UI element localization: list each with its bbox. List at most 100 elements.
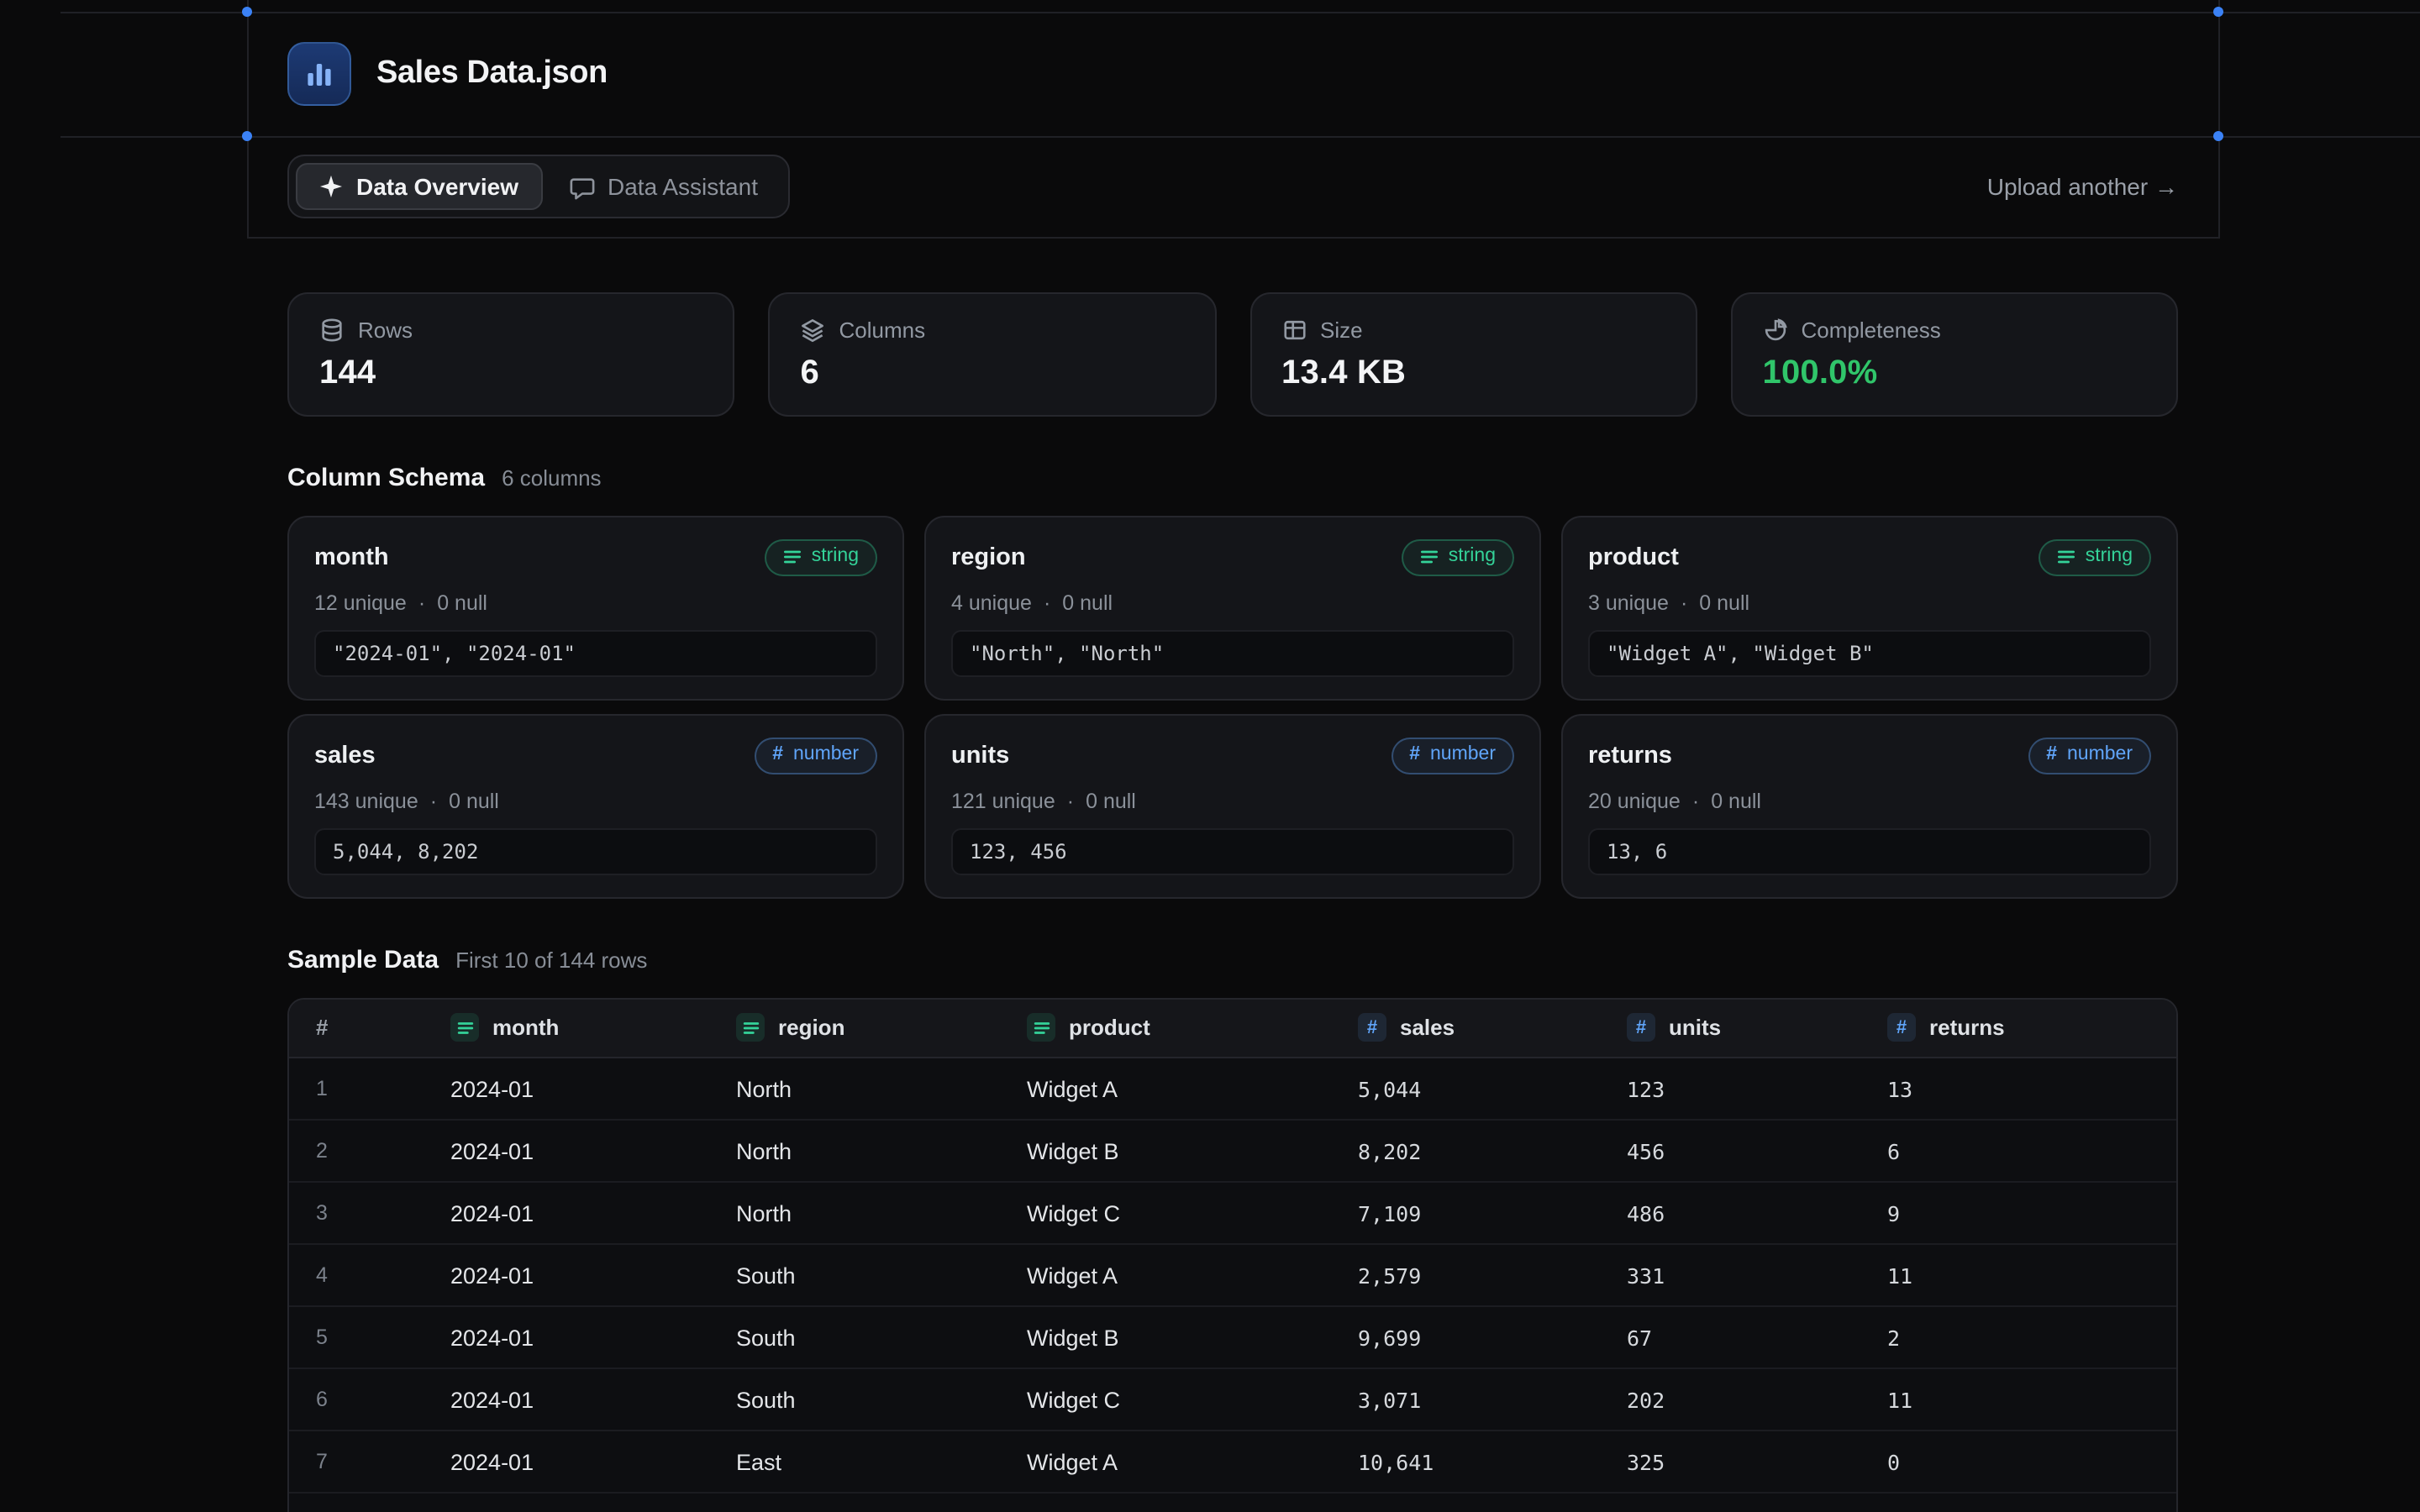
layers-icon	[801, 318, 826, 343]
cell-row-index: 2	[289, 1120, 424, 1182]
column-name: sales	[314, 742, 376, 769]
schema-card-units: units # number 121 unique·0 null 123, 45…	[924, 714, 1541, 899]
string-type-badge: string	[1402, 539, 1514, 576]
sample-table-body: 12024-01NorthWidget A5,0441231322024-01N…	[289, 1058, 2178, 1512]
cell-sales: 9,699	[1331, 1306, 1600, 1368]
cell-returns: 9	[1860, 1182, 2178, 1244]
tab-label: Data Assistant	[608, 173, 758, 200]
header-cell-sales: # sales	[1331, 999, 1600, 1058]
cell-sales: 2,579	[1331, 1244, 1600, 1306]
main-content: Rows 144 Columns	[247, 239, 2218, 1512]
table-row: 52024-01SouthWidget B9,699672	[289, 1306, 2178, 1368]
column-sample: "2024-01", "2024-01"	[314, 630, 877, 677]
cell-product: Widget B	[1000, 1120, 1331, 1182]
tab-data-overview[interactable]: Data Overview	[296, 163, 542, 210]
cell-month: 2024-01	[424, 1244, 709, 1306]
string-type-badge: string	[765, 539, 877, 576]
cell-units: 123	[1600, 1058, 1860, 1120]
header-cell-returns: # returns	[1860, 999, 2178, 1058]
cell-sales: 3,071	[1331, 1368, 1600, 1431]
hash-icon: #	[1887, 1014, 1916, 1042]
cell-units: 456	[1600, 1120, 1860, 1182]
table-icon	[1281, 318, 1307, 343]
cell-units: 325	[1600, 1431, 1860, 1493]
cell-product: Widget B	[1000, 1306, 1331, 1368]
stat-label: Rows	[358, 318, 413, 343]
section-title: Sample Data	[287, 945, 439, 974]
cell-region: South	[709, 1306, 1000, 1368]
section-title: Column Schema	[287, 464, 485, 492]
string-type-icon	[1027, 1014, 1055, 1042]
frame-line-header-bottom	[60, 136, 2420, 138]
sample-data-heading: Sample Data First 10 of 144 rows	[287, 945, 2178, 974]
cell-region: South	[709, 1368, 1000, 1431]
column-stats: 3 unique·0 null	[1588, 591, 2151, 615]
stat-card-columns: Columns 6	[769, 292, 1217, 417]
number-type-badge: # number	[754, 738, 877, 774]
cell-returns: 11	[1860, 1368, 2178, 1431]
schema-grid: month string 12 unique·0 null "2024-01",…	[287, 516, 2178, 898]
cell-product: Widget A	[1000, 1431, 1331, 1493]
schema-card-month: month string 12 unique·0 null "2024-01",…	[287, 516, 904, 701]
cell-region: North	[709, 1120, 1000, 1182]
cell-month: 2024-01	[424, 1058, 709, 1120]
lines-icon	[2057, 549, 2075, 567]
string-type-badge: string	[2039, 539, 2151, 576]
stat-label: Completeness	[1802, 318, 1941, 343]
column-sample: 123, 456	[951, 827, 1514, 874]
cell-returns: 13	[1860, 1058, 2178, 1120]
stat-card-completeness: Completeness 100.0%	[1731, 292, 2179, 417]
stat-value: 6	[801, 354, 1185, 393]
cell-sales: 10,641	[1331, 1431, 1600, 1493]
frame-line-top	[60, 12, 2420, 13]
table-row: 12024-01NorthWidget A5,04412313	[289, 1058, 2178, 1120]
cell-returns: 0	[1860, 1431, 2178, 1493]
column-name: region	[951, 544, 1026, 571]
stat-card-rows: Rows 144	[287, 292, 735, 417]
cell-region: East	[709, 1431, 1000, 1493]
hash-icon: #	[1627, 1014, 1655, 1042]
table-row: 42024-01SouthWidget A2,57933111	[289, 1244, 2178, 1306]
header-cell-index: #	[289, 999, 424, 1058]
tab-data-assistant[interactable]: Data Assistant	[545, 163, 781, 210]
cell-units: 486	[1600, 1182, 1860, 1244]
column-name: month	[314, 544, 389, 571]
string-type-icon	[450, 1014, 479, 1042]
sample-data-table: # month region product #	[287, 997, 2178, 1512]
cell-row-index: 6	[289, 1368, 424, 1431]
hash-icon: #	[772, 744, 783, 768]
table-row: 32024-01NorthWidget C7,1094869	[289, 1182, 2178, 1244]
stat-value: 144	[319, 354, 703, 393]
column-name: units	[951, 742, 1009, 769]
cell-row-index: 7	[289, 1431, 424, 1493]
cell-region: North	[709, 1058, 1000, 1120]
dot-separator: ·	[1044, 591, 1050, 615]
frame-handle-dot	[242, 131, 252, 141]
header-cell-product: product	[1000, 999, 1331, 1058]
column-sample: 5,044, 8,202	[314, 827, 877, 874]
section-subtitle: 6 columns	[502, 465, 602, 491]
database-icon	[319, 318, 345, 343]
upload-another-link[interactable]: Upload another →	[1987, 173, 2178, 200]
cell-returns: 6	[1860, 1120, 2178, 1182]
column-sample: 13, 6	[1588, 827, 2151, 874]
cell-row-index: 3	[289, 1182, 424, 1244]
header-cell-month: month	[424, 999, 709, 1058]
column-stats: 121 unique·0 null	[951, 789, 1514, 812]
column-stats: 143 unique·0 null	[314, 789, 877, 812]
table-header-row: # month region product #	[289, 999, 2178, 1058]
header-cell-units: # units	[1600, 999, 1860, 1058]
string-type-icon	[736, 1014, 765, 1042]
cell-product: Widget B	[1000, 1493, 1331, 1512]
cell-units: 218	[1600, 1493, 1860, 1512]
frame-line-left	[247, 0, 249, 239]
cell-month: 2024-01	[424, 1368, 709, 1431]
column-sample: "Widget A", "Widget B"	[1588, 630, 2151, 677]
stat-value: 13.4 KB	[1281, 354, 1665, 393]
cell-month: 2024-01	[424, 1431, 709, 1493]
stat-label: Columns	[839, 318, 926, 343]
hash-icon: #	[1409, 744, 1420, 768]
cell-row-index: 8	[289, 1493, 424, 1512]
chat-bubble-icon	[569, 174, 594, 199]
pie-chart-icon	[1763, 318, 1788, 343]
